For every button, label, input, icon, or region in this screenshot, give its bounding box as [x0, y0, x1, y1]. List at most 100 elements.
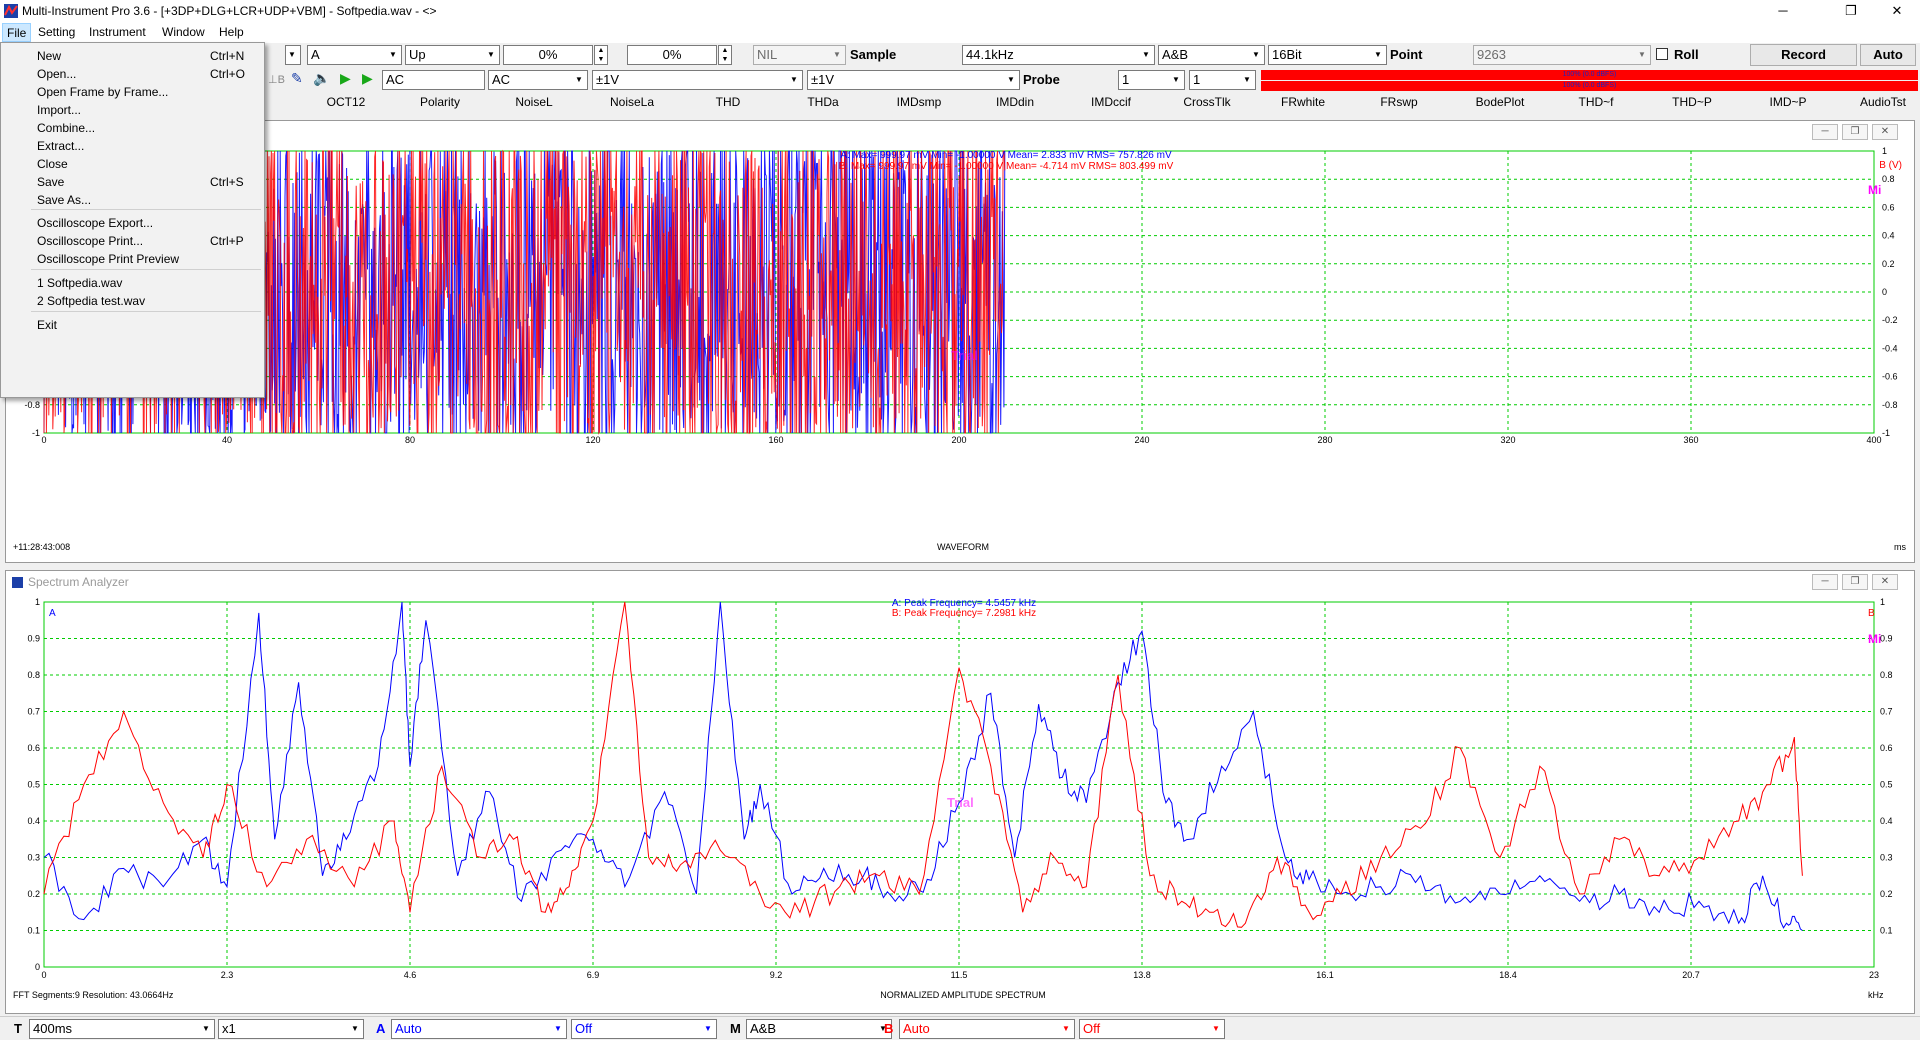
ab-icon[interactable]: ⊥B — [268, 73, 285, 86]
menu-help[interactable]: Help — [219, 25, 244, 39]
play-icon[interactable]: ▶ — [340, 70, 351, 87]
record-button[interactable]: Record — [1750, 44, 1857, 66]
level-meter-b-text: 100% (0.0 dBFS) — [1562, 82, 1617, 89]
probe-a-select[interactable]: 1 ▼ — [1118, 70, 1185, 90]
x-tick-label: 0 — [41, 970, 46, 980]
speaker-icon[interactable]: 🔈 — [313, 70, 330, 87]
sample-rate-value: 44.1kHz — [966, 47, 1014, 62]
file-menu-item[interactable]: Oscilloscope Print Preview — [3, 250, 262, 268]
file-menu-item[interactable]: Save As... — [3, 191, 262, 209]
tab-imdccif[interactable]: IMDccif — [1071, 95, 1151, 113]
tab-thd-p[interactable]: THD~P — [1652, 95, 1732, 113]
menu-file[interactable]: File — [2, 23, 32, 42]
y-tick-label-left: 0.2 — [27, 889, 40, 899]
spectrum-chart[interactable]: 0 2.3 4.6 6.9 9.2 11.5 13.8 16.1 18.4 20.7 23 0.1 0.… — [6, 571, 1914, 1013]
file-menu-item[interactable]: Extract... — [3, 137, 262, 155]
tab-polarity[interactable]: Polarity — [400, 95, 480, 113]
file-menu-item[interactable]: Oscilloscope Print... Ctrl+P — [3, 232, 262, 250]
channel-a-offset-select[interactable]: Off ▼ — [571, 1019, 717, 1039]
file-menu-item[interactable]: 1 Softpedia.wav — [3, 274, 262, 292]
trigger-channel-select[interactable]: A ▼ — [307, 45, 402, 65]
blank-select[interactable]: ▼ — [285, 45, 301, 65]
tab-thd[interactable]: THD — [688, 95, 768, 113]
chevron-down-icon: ▼ — [1007, 75, 1015, 84]
channels-select[interactable]: A&B ▼ — [1158, 45, 1265, 65]
pretrigger-spin[interactable]: ▲ ▼ — [718, 45, 732, 65]
chevron-down-icon: ▼ — [1638, 50, 1646, 59]
waveform-x-unit: ms — [1894, 542, 1906, 552]
tab-oct12[interactable]: OCT12 — [306, 95, 386, 113]
trigger-edge-select[interactable]: Up ▼ — [405, 45, 500, 65]
tab-audiotst[interactable]: AudioTst — [1848, 95, 1918, 113]
file-menu-item[interactable]: Exit — [3, 316, 262, 334]
sample-rate-select[interactable]: 44.1kHz ▼ — [962, 45, 1155, 65]
channel-a-scale-select[interactable]: Auto ▼ — [391, 1019, 567, 1039]
y-tick-label-right: -0.6 — [1882, 372, 1898, 382]
probe-tool-icon[interactable]: ✎ — [291, 70, 303, 87]
oscilloscope-pane: ─ ❐ ✕ 0 40 80 120 160 200 240 280 320 360 400 -1 -1-… — [5, 120, 1915, 563]
roll-checkbox[interactable] — [1656, 48, 1668, 60]
y-tick-label-left: 0.3 — [27, 853, 40, 863]
file-menu-item[interactable]: Import... — [3, 101, 262, 119]
play-loop-icon[interactable]: ▶ — [362, 70, 373, 87]
menu-window[interactable]: Window — [162, 25, 205, 39]
file-menu-item[interactable]: New Ctrl+N — [3, 47, 262, 65]
probe-b-select[interactable]: 1 ▼ — [1189, 70, 1256, 90]
math-label: M — [730, 1021, 741, 1036]
close-icon[interactable]: ✕ — [1874, 0, 1920, 22]
y-tick-label-right: -0.8 — [1882, 400, 1898, 410]
file-menu-item[interactable]: Combine... — [3, 119, 262, 137]
file-menu-item[interactable]: Oscilloscope Export... — [3, 214, 262, 232]
menu-setting[interactable]: Setting — [38, 25, 75, 39]
tab-frwhite[interactable]: FRwhite — [1263, 95, 1343, 113]
tab-noisel[interactable]: NoiseL — [494, 95, 574, 113]
tab-imdsmp[interactable]: IMDsmp — [879, 95, 959, 113]
channel-a-offset-value: Off — [575, 1021, 593, 1036]
channel-b-scale-select[interactable]: Auto ▼ — [899, 1019, 1075, 1039]
tab-imd-p[interactable]: IMD~P — [1748, 95, 1828, 113]
range-a-select[interactable]: ±1V ▼ — [592, 70, 803, 90]
auto-button[interactable]: Auto — [1860, 44, 1916, 66]
y-tick-label-left: 0.5 — [27, 780, 40, 790]
tab-thda[interactable]: THDa — [783, 95, 863, 113]
spectrum-right-unit: B — [1868, 608, 1875, 619]
minimize-icon[interactable]: ─ — [1760, 0, 1806, 22]
coupling-b-select[interactable]: AC ▼ — [488, 70, 588, 90]
timebase-select[interactable]: 400ms ▼ — [29, 1019, 215, 1039]
bottom-toolbar: T 400ms ▼ x1 ▼ A Auto ▼ Off ▼ M A&B ▼ B Auto ▼… — [0, 1016, 1920, 1040]
oscilloscope-chart[interactable]: 0 40 80 120 160 200 240 280 320 360 400-1 -1-0.8 -0.… — [6, 121, 1914, 562]
zoom-select[interactable]: x1 ▼ — [218, 1019, 364, 1039]
tab-frswp[interactable]: FRswp — [1359, 95, 1439, 113]
file-menu-item-label: 2 Softpedia test.wav — [37, 294, 146, 308]
tab-crosstlk[interactable]: CrossTlk — [1167, 95, 1247, 113]
trigger-level-input[interactable]: 0% — [503, 45, 593, 65]
tab-imddin[interactable]: IMDdin — [975, 95, 1055, 113]
tab-thd-f[interactable]: THD~f — [1556, 95, 1636, 113]
file-menu-item[interactable]: Save Ctrl+S — [3, 173, 262, 191]
menu-instrument[interactable]: Instrument — [89, 25, 146, 39]
file-menu-dropdown: New Ctrl+N Open... Ctrl+O Open Frame by Fram… — [0, 42, 265, 398]
tab-noisela[interactable]: NoiseLa — [592, 95, 672, 113]
trigger-level-spin[interactable]: ▲ ▼ — [594, 45, 608, 65]
bits-select[interactable]: 16Bit ▼ — [1268, 45, 1387, 65]
coupling-a-select[interactable]: AC — [382, 70, 485, 90]
probe-b-value: 1 — [1193, 72, 1201, 87]
tab-bodeplot[interactable]: BodePlot — [1455, 95, 1545, 113]
y-tick-label-right: 1 — [1882, 146, 1887, 156]
x-tick-label: 160 — [768, 435, 783, 445]
x-tick-label: 240 — [1134, 435, 1149, 445]
file-menu-item[interactable]: Open Frame by Frame... — [3, 83, 262, 101]
pretrigger-input[interactable]: 0% — [627, 45, 717, 65]
nil-select[interactable]: NIL ▼ — [753, 45, 846, 65]
channel-b-offset-select[interactable]: Off ▼ — [1079, 1019, 1225, 1039]
file-menu-item[interactable]: 2 Softpedia test.wav — [3, 292, 262, 310]
point-select[interactable]: 9263 ▼ — [1473, 45, 1651, 65]
chevron-down-icon: ▼ — [1374, 50, 1382, 59]
file-menu-item-label: Oscilloscope Print... — [37, 234, 144, 248]
file-menu-item-shortcut: Ctrl+O — [210, 67, 246, 81]
math-select[interactable]: A&B ▼ — [746, 1019, 892, 1039]
range-b-select[interactable]: ±1V ▼ — [807, 70, 1020, 90]
file-menu-item[interactable]: Close — [3, 155, 262, 173]
file-menu-item[interactable]: Open... Ctrl+O — [3, 65, 262, 83]
restore-icon[interactable]: ❐ — [1828, 0, 1874, 22]
